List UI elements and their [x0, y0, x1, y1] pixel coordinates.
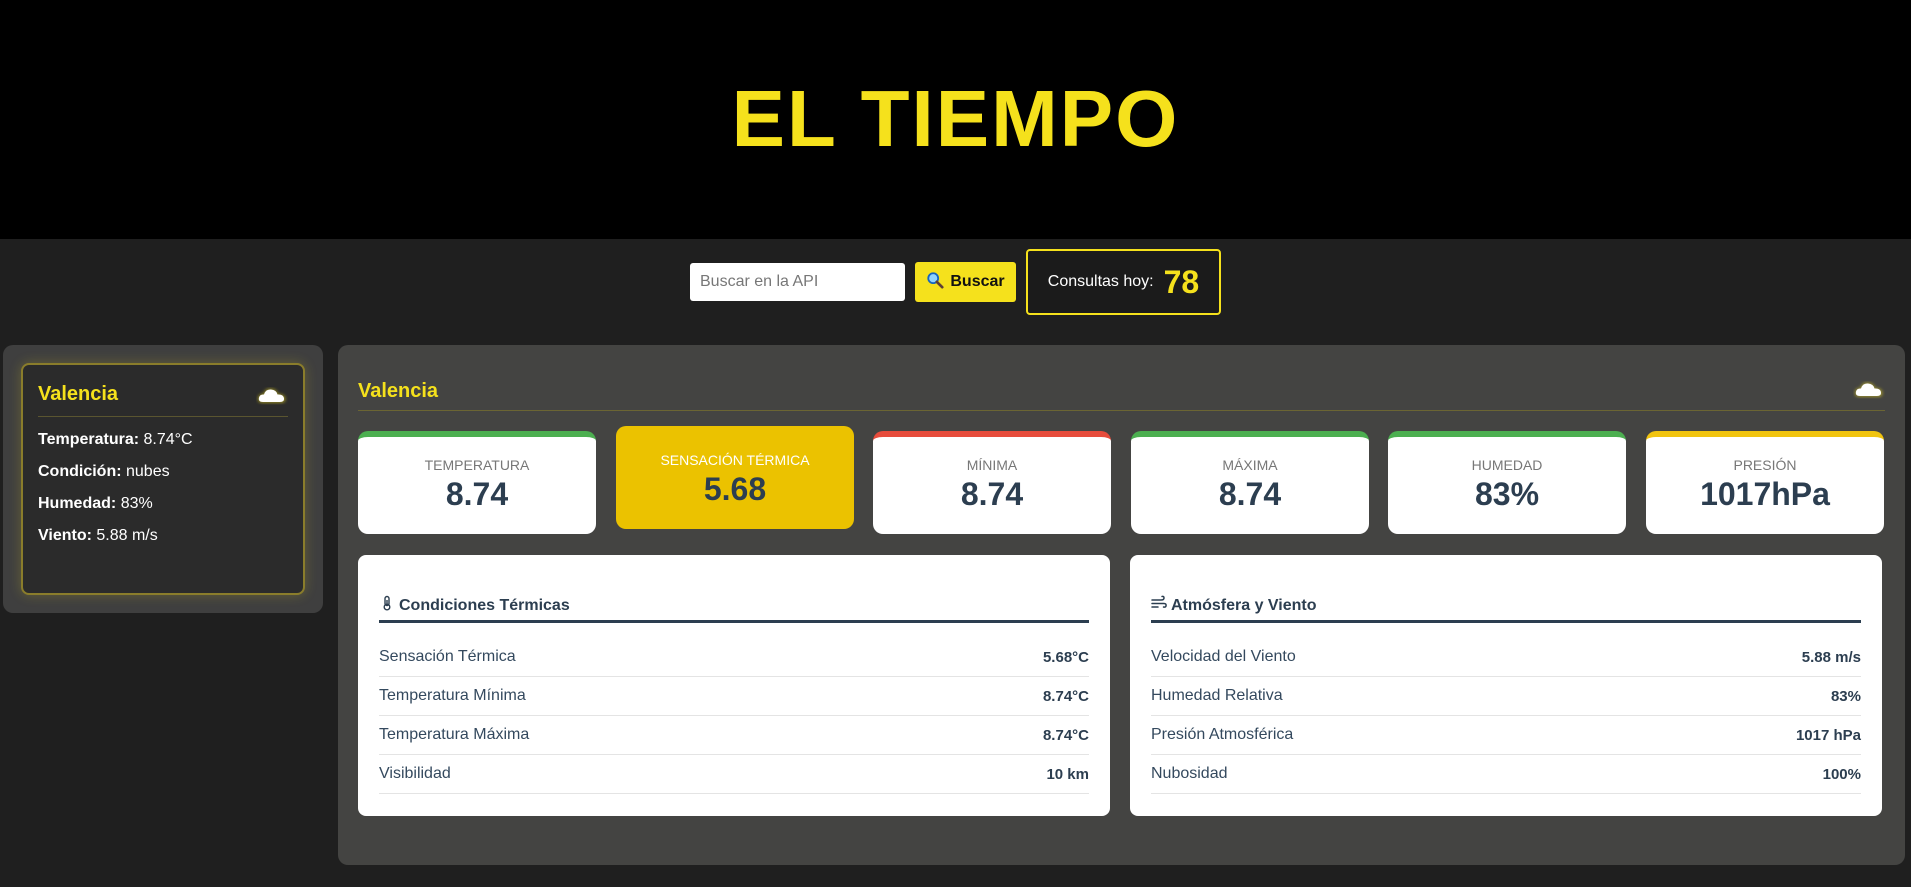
stat-label: MÍNIMA [966, 457, 1018, 473]
wind-icon [1151, 595, 1167, 616]
thermal-conditions-title: Condiciones Térmicas [399, 596, 570, 614]
detail-key: Temperatura Máxima [379, 726, 530, 743]
detail-value: 5.88 m/s [1801, 648, 1861, 666]
page-header: EL TIEMPO [0, 0, 1911, 239]
thermal-conditions-card: Condiciones Térmicas Sensación Térmica 5… [358, 555, 1110, 816]
detail-key: Sensación Térmica [379, 648, 516, 665]
detail-value: 8.74°C [1042, 726, 1089, 744]
atmosphere-wind-card: Atmósfera y Viento Velocidad del Viento … [1130, 555, 1882, 816]
search-input[interactable] [690, 263, 905, 301]
detail-key: Humedad Relativa [1151, 687, 1283, 704]
detail-row: Sensación Térmica 5.68°C [379, 638, 1089, 677]
stat-card-max: MÁXIMA 8.74 [1131, 431, 1369, 534]
detail-key: Velocidad del Viento [1151, 648, 1296, 665]
main-header: Valencia [358, 373, 1885, 411]
stat-value: 5.68 [703, 471, 767, 507]
detail-row: Presión Atmosférica 1017 hPa [1151, 716, 1861, 755]
query-counter: Consultas hoy: 78 [1026, 249, 1221, 315]
stat-card-pressure: PRESIÓN 1017hPa [1646, 431, 1884, 534]
stat-value: 8.74 [960, 476, 1024, 512]
page-title: EL TIEMPO [731, 73, 1180, 163]
detail-value: 5.68°C [1042, 648, 1089, 666]
stat-value: 8.74 [445, 476, 509, 512]
city-card[interactable]: Valencia Temperatura: 8.74°C Condición: … [21, 363, 305, 595]
stat-label: SENSACIÓN TÉRMICA [660, 452, 810, 468]
city-card-header: Valencia [38, 383, 288, 417]
detail-row: Temperatura Máxima 8.74°C [379, 716, 1089, 755]
stat-label: PRESIÓN [1733, 457, 1797, 473]
stat-label: HUMEDAD [1471, 457, 1543, 473]
detail-key: Nubosidad [1151, 765, 1228, 782]
detail-value: 100% [1822, 765, 1861, 783]
detail-row: Temperatura Mínima 8.74°C [379, 677, 1089, 716]
thermometer-icon [379, 595, 395, 616]
detail-key: Visibilidad [379, 765, 451, 782]
stat-value: 1017hPa [1700, 476, 1830, 512]
thermal-conditions-header: Condiciones Térmicas [379, 595, 1089, 623]
main-panel: Valencia TEMPERATURA 8.74 SENSACIÓN TÉRM… [338, 345, 1905, 865]
cloud-icon [1853, 378, 1885, 405]
main-city-title: Valencia [358, 380, 439, 402]
counter-value: 78 [1163, 263, 1200, 300]
stat-card-humidity: HUMEDAD 83% [1388, 431, 1626, 534]
stat-value: 83% [1474, 476, 1540, 512]
detail-key: Presión Atmosférica [1151, 726, 1294, 743]
sidebar: Valencia Temperatura: 8.74°C Condición: … [3, 345, 323, 613]
search-button-label: Buscar [950, 273, 1005, 290]
detail-value: 1017 hPa [1795, 726, 1861, 744]
cloud-icon [256, 384, 288, 406]
stat-card-feels-like: SENSACIÓN TÉRMICA 5.68 [616, 426, 854, 529]
detail-row: Visibilidad 10 km [379, 755, 1089, 794]
detail-key: Temperatura Mínima [379, 687, 526, 704]
detail-row: Humedad Relativa 83% [1151, 677, 1861, 716]
city-humidity: Humedad: 83% [38, 495, 153, 512]
search-icon [926, 271, 944, 294]
search-bar: Buscar Consultas hoy: 78 [0, 249, 1911, 315]
atmosphere-wind-header: Atmósfera y Viento [1151, 595, 1861, 623]
stat-label: TEMPERATURA [424, 457, 530, 473]
stat-card-temperature: TEMPERATURA 8.74 [358, 431, 596, 534]
city-card-name: Valencia [38, 383, 119, 405]
detail-row: Velocidad del Viento 5.88 m/s [1151, 638, 1861, 677]
search-button[interactable]: Buscar [915, 262, 1016, 302]
detail-row: Nubosidad 100% [1151, 755, 1861, 794]
stat-value: 8.74 [1218, 476, 1282, 512]
stat-label: MÁXIMA [1222, 457, 1278, 473]
detail-value: 83% [1830, 687, 1861, 705]
counter-label: Consultas hoy: [1047, 273, 1154, 290]
detail-value: 8.74°C [1042, 687, 1089, 705]
city-wind: Viento: 5.88 m/s [38, 527, 158, 544]
city-temperature: Temperatura: 8.74°C [38, 431, 193, 448]
city-condition: Condición: nubes [38, 463, 170, 480]
detail-value: 10 km [1046, 765, 1089, 783]
stat-card-min: MÍNIMA 8.74 [873, 431, 1111, 534]
atmosphere-wind-title: Atmósfera y Viento [1171, 596, 1317, 614]
